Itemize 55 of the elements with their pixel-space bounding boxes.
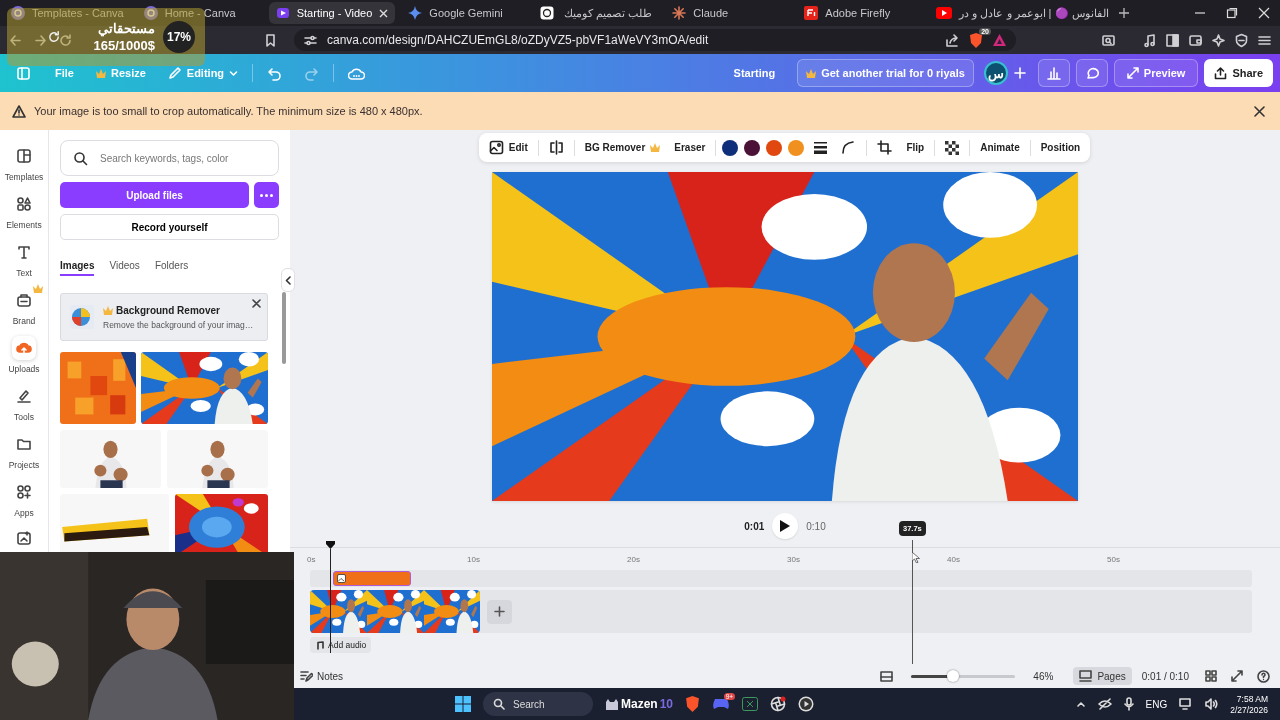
promo-title: Background Remover xyxy=(116,304,220,316)
nav-item[interactable]: Elements xyxy=(1,190,47,232)
upload-button[interactable]: Upload files xyxy=(60,182,249,208)
share-button[interactable]: Share xyxy=(1204,59,1273,87)
browser-tab[interactable]: طلب تصميم كوميك xyxy=(533,2,660,24)
nav-item[interactable]: Brand xyxy=(1,286,47,328)
notes-button[interactable]: Notes xyxy=(298,668,346,684)
clock-time: 7:58 AM xyxy=(1236,693,1268,704)
ruler-label: 20s xyxy=(627,554,640,564)
user-avatar[interactable]: س xyxy=(983,61,1008,85)
clock-date: 2/27/2026 xyxy=(1230,704,1268,715)
ruler-label: 30s xyxy=(787,554,800,564)
search-box[interactable]: Search keywords, tags, color xyxy=(60,140,279,176)
ruler-label: 0s xyxy=(307,554,316,564)
earnings-amount: 165/1000$ xyxy=(93,37,155,54)
address-text: canva.com/design/DAHCZUEmGL8/oZDyVZ5-pbVF1aWeVY3mOA/edit xyxy=(327,33,710,47)
pages-button[interactable]: Pages xyxy=(1073,667,1132,685)
current-time: 0:01 xyxy=(744,520,765,532)
media-tab[interactable]: Videos xyxy=(109,256,140,276)
nav-item[interactable]: Apps xyxy=(1,478,47,520)
nav-item[interactable]: Tools xyxy=(1,382,47,424)
ruler-label: 40s xyxy=(947,554,960,564)
preview-button[interactable]: Preview xyxy=(1113,59,1199,87)
media-tab[interactable]: Folders xyxy=(154,256,189,276)
animate-button[interactable]: Animate xyxy=(976,139,1024,156)
eraser-button[interactable]: Eraser xyxy=(670,139,710,156)
warning-message: Your image is too small to crop automatically. The minimum size is 480 x 480px. xyxy=(34,105,424,117)
input-language: ENG xyxy=(1145,698,1168,710)
trial-button[interactable]: Get another trial for 0 riyals xyxy=(797,59,974,87)
edit-button[interactable]: Edit xyxy=(484,137,532,158)
zoom-percent: 46% xyxy=(1033,670,1054,682)
nav-item[interactable]: Uploads xyxy=(1,334,47,376)
ruler-label: 10s xyxy=(467,554,480,564)
bg-remover-button[interactable]: BG Remover xyxy=(580,139,665,156)
promo-description: Remove the background of your imag… xyxy=(103,319,254,330)
design-title: Starting xyxy=(733,67,776,79)
time-readout: 0:01 / 0:10 xyxy=(1141,670,1189,682)
widget-label: Mazen xyxy=(621,697,658,711)
media-tab[interactable]: Images xyxy=(60,256,95,276)
total-time: 0:10 xyxy=(806,520,826,532)
position-button[interactable]: Position xyxy=(1036,139,1085,156)
nav-item[interactable]: Projects xyxy=(1,430,47,472)
taskbar-search[interactable]: Search xyxy=(483,692,593,716)
nav-item[interactable]: Templates xyxy=(1,142,47,184)
ruler-label: 50s xyxy=(1107,554,1120,564)
search-field[interactable]: Search keywords, tags, color xyxy=(98,151,266,165)
browser-tab[interactable]: Claude xyxy=(665,2,792,24)
browser-tab[interactable]: الفانوس 🟣 | ابوعمر و عادل و در xyxy=(929,2,1116,24)
nav-item[interactable]: Text xyxy=(1,238,47,280)
browser-tab[interactable]: Google Gemini xyxy=(401,2,528,24)
record-button[interactable]: Record yourself xyxy=(60,214,279,240)
flip-button[interactable]: Flip xyxy=(902,139,929,156)
browser-tab[interactable]: Adobe Firefly xyxy=(797,2,924,24)
browser-tab[interactable]: Starting - Video xyxy=(268,2,396,24)
widget-count: 10 xyxy=(659,697,674,711)
